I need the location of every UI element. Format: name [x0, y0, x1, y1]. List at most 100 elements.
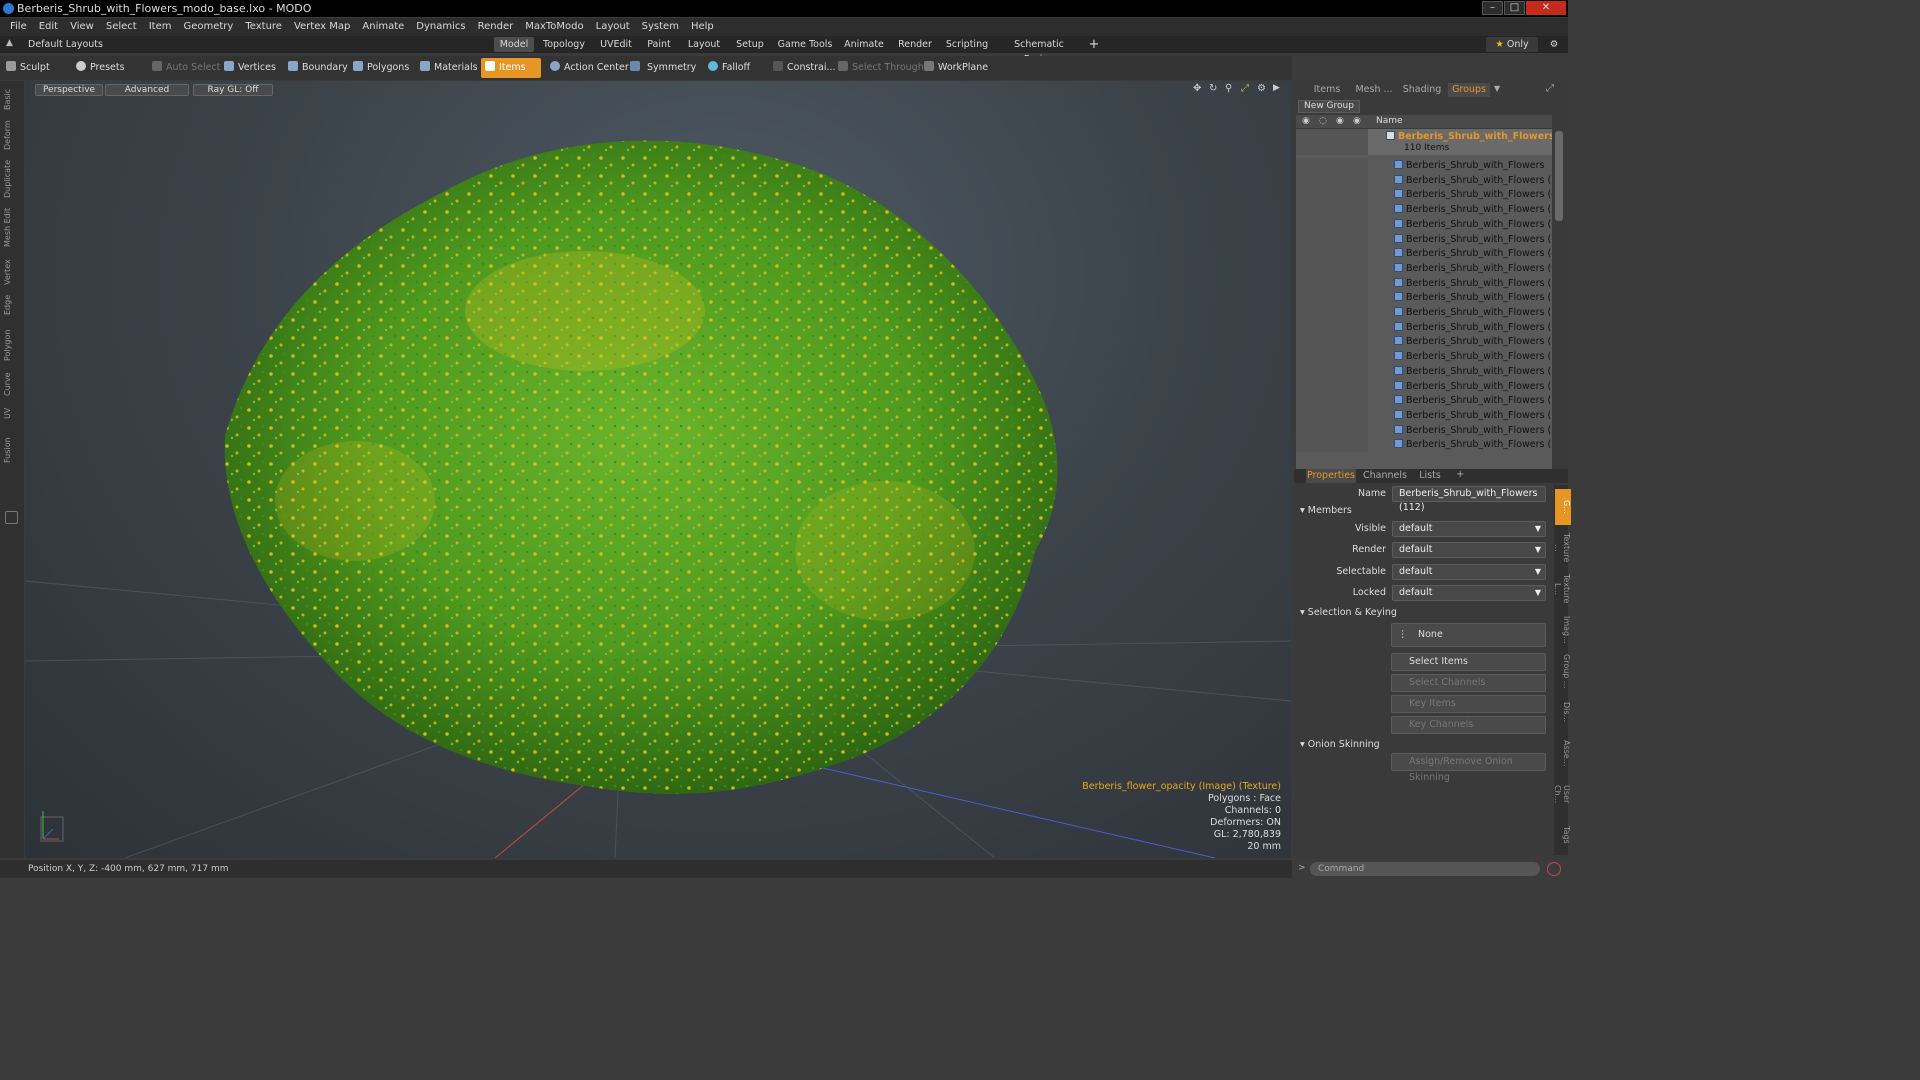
vtab-polygon[interactable]: Polygon — [3, 325, 19, 365]
tab-mesh[interactable]: Mesh ... — [1352, 83, 1396, 97]
group-item-row[interactable]: · Berberis_Shrub_with_Flowers (19) — [1296, 407, 1552, 423]
tab-game-tools[interactable]: Game Tools — [776, 37, 834, 52]
action-center-button[interactable]: Action Center — [550, 58, 629, 78]
selection-keying-section[interactable]: ▾ Selection & Keying — [1300, 607, 1397, 618]
select-items-button[interactable]: Select Items — [1391, 653, 1546, 671]
new-group-button[interactable]: New Group — [1298, 100, 1360, 113]
tab-uvedit[interactable]: UVEdit — [596, 37, 636, 52]
scrollbar-thumb[interactable] — [1555, 131, 1563, 221]
right-vtab[interactable]: Texture L... — [1553, 571, 1571, 607]
right-vtab[interactable]: Dis... — [1555, 694, 1571, 730]
group-item-row[interactable]: · Berberis_Shrub_with_Flowers (18) — [1296, 393, 1552, 409]
right-vtab[interactable]: Imag... — [1555, 612, 1571, 648]
tab-properties[interactable]: Properties — [1306, 469, 1356, 483]
close-button[interactable]: ✕ — [1526, 1, 1566, 15]
rotate-view-icon[interactable]: ↻ — [1209, 83, 1217, 94]
group-item-row[interactable]: · Berberis_Shrub_with_Flowers (6) — [1296, 216, 1552, 232]
menu-item[interactable]: Item — [143, 18, 178, 36]
tab-lists[interactable]: Lists — [1414, 469, 1446, 483]
onion-skinning-section[interactable]: ▾ Onion Skinning — [1300, 739, 1380, 750]
group-item-row[interactable]: · Berberis_Shrub_with_Flowers (20) — [1296, 422, 1552, 438]
move-view-icon[interactable]: ✥ — [1193, 83, 1201, 94]
right-vtab[interactable]: Asse... — [1555, 735, 1571, 771]
vtab-edge[interactable]: Edge — [3, 293, 19, 317]
tabs-dropdown-icon[interactable]: ▼ — [1494, 84, 1500, 93]
minimize-button[interactable]: – — [1482, 1, 1503, 15]
collapse-icon[interactable]: ▲ — [6, 38, 13, 48]
viewport-settings-icon[interactable]: ⚙ — [1257, 83, 1266, 94]
group-item-row[interactable]: · Berberis_Shrub_with_Flowers (5) — [1296, 202, 1552, 218]
tab-schematic-fusion[interactable]: Schematic Fusion — [1000, 37, 1078, 65]
record-icon[interactable] — [1547, 862, 1561, 876]
boundary-button[interactable]: Boundary — [288, 58, 348, 78]
expand-panel-icon[interactable]: ⤢ — [1546, 83, 1554, 94]
group-item-row[interactable]: · Berberis_Shrub_with_Flowers (11) — [1296, 290, 1552, 306]
tab-channels[interactable]: Channels — [1362, 469, 1408, 483]
viewport-menu-icon[interactable]: ▶ — [1273, 83, 1280, 93]
vertices-button[interactable]: Vertices — [224, 58, 276, 78]
add-tab-icon[interactable]: + — [1456, 469, 1464, 480]
toggle-icon[interactable] — [5, 511, 18, 524]
group-item-row[interactable]: · Berberis_Shrub_with_Flowers (9) — [1296, 260, 1552, 276]
menu-file[interactable]: File — [4, 18, 33, 36]
right-vtab[interactable]: User Ch... — [1553, 776, 1571, 812]
group-item-row[interactable]: · Berberis_Shrub_with_Flowers (15) — [1296, 349, 1552, 365]
menu-animate[interactable]: Animate — [356, 18, 410, 36]
add-tab-icon[interactable]: + — [1086, 37, 1102, 52]
materials-button[interactable]: Materials — [420, 58, 478, 78]
sculpt-button[interactable]: Sculpt — [6, 58, 50, 78]
tab-layout[interactable]: Layout — [684, 37, 724, 52]
presets-button[interactable]: Presets — [76, 58, 125, 78]
right-vtab[interactable]: G... — [1555, 489, 1571, 525]
menu-render[interactable]: Render — [472, 18, 520, 36]
group-list-scrollbar[interactable] — [1552, 129, 1566, 463]
tab-model[interactable]: Model — [494, 37, 534, 52]
auto-select-button[interactable]: Auto Select — [152, 58, 220, 78]
member-dropdown[interactable]: default ▼ — [1392, 521, 1546, 537]
menu-help[interactable]: Help — [685, 18, 720, 36]
menu-vertex-map[interactable]: Vertex Map — [288, 18, 356, 36]
tab-scripting[interactable]: Scripting — [944, 37, 990, 52]
tab-paint[interactable]: Paint — [642, 37, 676, 52]
menu-edit[interactable]: Edit — [33, 18, 64, 36]
right-vtab[interactable]: Texture ... — [1553, 530, 1571, 566]
3d-viewport[interactable]: Perspective Advanced Ray GL: Off ✥ ↻ ⚲ ⤢… — [25, 81, 1291, 858]
member-dropdown[interactable]: default ▼ — [1392, 584, 1546, 601]
group-row-main[interactable]: Berberis_Shrub_with_Flowers 110 Items — [1296, 129, 1552, 155]
tab-items[interactable]: Items — [1310, 83, 1344, 97]
group-item-row[interactable]: · Berberis_Shrub_with_Flowers (4) — [1296, 187, 1552, 203]
vtab-curve[interactable]: Curve — [3, 371, 19, 397]
perspective-button[interactable]: Perspective — [35, 84, 103, 96]
vtab-basic[interactable]: Basic — [3, 85, 19, 113]
tab-animate[interactable]: Animate — [842, 37, 886, 52]
menu-view[interactable]: View — [64, 18, 100, 36]
name-field[interactable]: Berberis_Shrub_with_Flowers (112) — [1392, 486, 1546, 513]
menu-geometry[interactable]: Geometry — [177, 18, 239, 36]
none-selector[interactable]: ⋮ None — [1391, 623, 1546, 647]
tab-shading[interactable]: Shading — [1402, 83, 1442, 97]
group-item-row[interactable]: · Berberis_Shrub_with_Flowers (10) — [1296, 275, 1552, 291]
symmetry-button[interactable]: Symmetry — [630, 58, 696, 78]
maximize-button[interactable]: □ — [1504, 1, 1525, 15]
group-item-row[interactable]: · Berberis_Shrub_with_Flowers (21) — [1296, 437, 1552, 453]
menu-system[interactable]: System — [636, 18, 685, 36]
vtab-fusion[interactable]: Fusion — [3, 435, 19, 465]
group-item-row[interactable]: · Berberis_Shrub_with_Flowers (14) — [1296, 334, 1552, 350]
group-item-row[interactable]: · Berberis_Shrub_with_Flowers (7) — [1296, 231, 1552, 247]
vtab-duplicate[interactable]: Duplicate — [3, 159, 19, 199]
right-vtab[interactable]: Group ... — [1555, 653, 1571, 689]
fit-view-icon[interactable]: ⤢ — [1241, 83, 1249, 94]
group-item-row[interactable]: · Berberis_Shrub_with_Flowers (3) — [1296, 172, 1552, 188]
vtab-deform[interactable]: Deform — [3, 119, 19, 151]
group-item-row[interactable]: · Berberis_Shrub_with_Flowers (17) — [1296, 378, 1552, 394]
menu-maxtomodo[interactable]: MaxToModo — [519, 18, 589, 36]
members-section[interactable]: ▾ Members — [1300, 505, 1352, 516]
tab-render[interactable]: Render — [894, 37, 936, 52]
falloff-button[interactable]: Falloff — [708, 58, 750, 78]
layout-selector[interactable]: Default Layouts ▾ — [28, 37, 108, 65]
menu-dynamics[interactable]: Dynamics — [410, 18, 471, 36]
member-dropdown[interactable]: default ▼ — [1392, 563, 1546, 580]
group-item-row[interactable]: · Berberis_Shrub_with_Flowers (12) — [1296, 305, 1552, 320]
raygl-button[interactable]: Ray GL: Off — [193, 84, 273, 96]
key-items-button[interactable]: Key Items — [1391, 695, 1546, 713]
